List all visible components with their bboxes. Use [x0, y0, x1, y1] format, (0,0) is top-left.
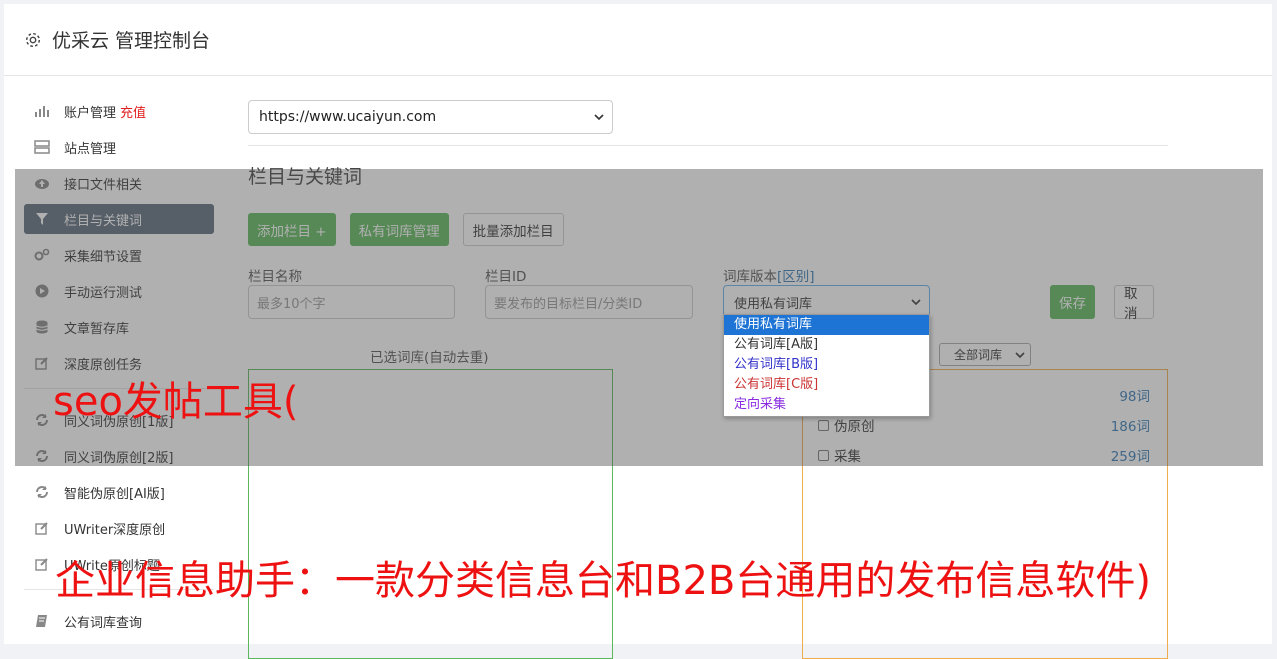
chevron-down-icon: [594, 114, 604, 121]
server-icon: [34, 139, 50, 155]
dropdown-option[interactable]: 公有词库[A版]: [724, 335, 929, 355]
dropdown-option[interactable]: 定向采集: [724, 395, 929, 415]
sidebar-item-label: 账户管理: [64, 105, 117, 121]
page-header: 优采云 管理控制台: [4, 4, 1272, 76]
dropdown-option[interactable]: 使用私有词库: [724, 315, 929, 335]
sidebar-item-public-lib[interactable]: 公有词库查询: [24, 606, 214, 636]
lib-version-dropdown[interactable]: 使用私有词库 公有词库[A版] 公有词库[B版] 公有词库[C版] 定向采集: [723, 314, 930, 417]
recharge-link[interactable]: 充值: [120, 102, 146, 121]
sidebar-item-account[interactable]: 账户管理 充值: [24, 96, 214, 126]
watermark-line-2: 企业信息助手：一款分类信息台和B2B台通用的发布信息软件): [55, 558, 1151, 604]
site-select[interactable]: https://www.ucaiyun.com: [248, 100, 613, 134]
sidebar-item-label: 站点管理: [64, 141, 117, 157]
divider: [248, 145, 1168, 146]
sidebar-item-label: UWriter深度原创: [64, 522, 166, 538]
sidebar-item-label: 公有词库查询: [64, 615, 143, 631]
page-title: 优采云 管理控制台: [52, 30, 211, 52]
watermark-line-1: seo发帖工具(: [53, 379, 299, 425]
sidebar-item-sites[interactable]: 站点管理: [24, 132, 214, 162]
dropdown-option[interactable]: 公有词库[C版]: [724, 375, 929, 395]
edit-icon: [34, 520, 50, 536]
sidebar-item-ai-rewrite[interactable]: 智能伪原创[AI版]: [24, 477, 214, 507]
sidebar-item-label: 智能伪原创[AI版]: [64, 486, 165, 502]
dropdown-option[interactable]: 公有词库[B版]: [724, 355, 929, 375]
bar-chart-icon: [34, 103, 50, 119]
site-select-value: https://www.ucaiyun.com: [259, 109, 437, 125]
edit-icon: [34, 556, 50, 572]
book-icon: [34, 613, 50, 629]
refresh-icon: [34, 484, 50, 500]
gear-icon: [25, 32, 41, 47]
sidebar-item-uwriter[interactable]: UWriter深度原创: [24, 513, 214, 543]
